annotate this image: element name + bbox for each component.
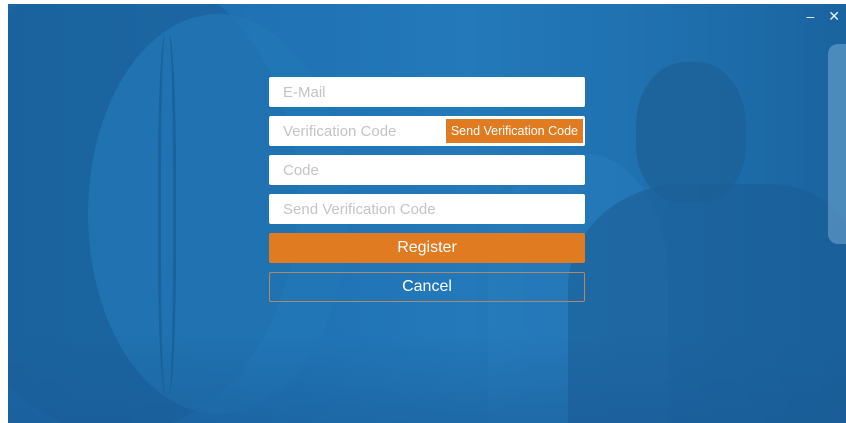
email-field-container [269, 77, 585, 107]
code-input[interactable] [269, 155, 585, 185]
confirm-field-container [269, 194, 585, 224]
verification-code-input[interactable] [269, 116, 429, 146]
close-icon[interactable]: ✕ [828, 8, 840, 24]
minimize-icon[interactable]: – [806, 8, 814, 24]
mechanic-head-background [636, 62, 746, 202]
register-button[interactable]: Register [269, 233, 585, 263]
email-input[interactable] [269, 77, 585, 107]
light-glow-decoration [828, 44, 846, 244]
send-verification-code-button[interactable]: Send Verification Code [445, 119, 583, 143]
app-window: – ✕ Send Verification Code Register Canc… [8, 4, 846, 423]
code-field-container [269, 155, 585, 185]
floor-shade [8, 333, 846, 423]
verification-field-container: Send Verification Code [269, 116, 585, 146]
cancel-button[interactable]: Cancel [269, 272, 585, 302]
confirm-code-input[interactable] [269, 194, 585, 224]
register-form: Send Verification Code Register Cancel [269, 77, 585, 311]
window-controls: – ✕ [806, 8, 840, 24]
